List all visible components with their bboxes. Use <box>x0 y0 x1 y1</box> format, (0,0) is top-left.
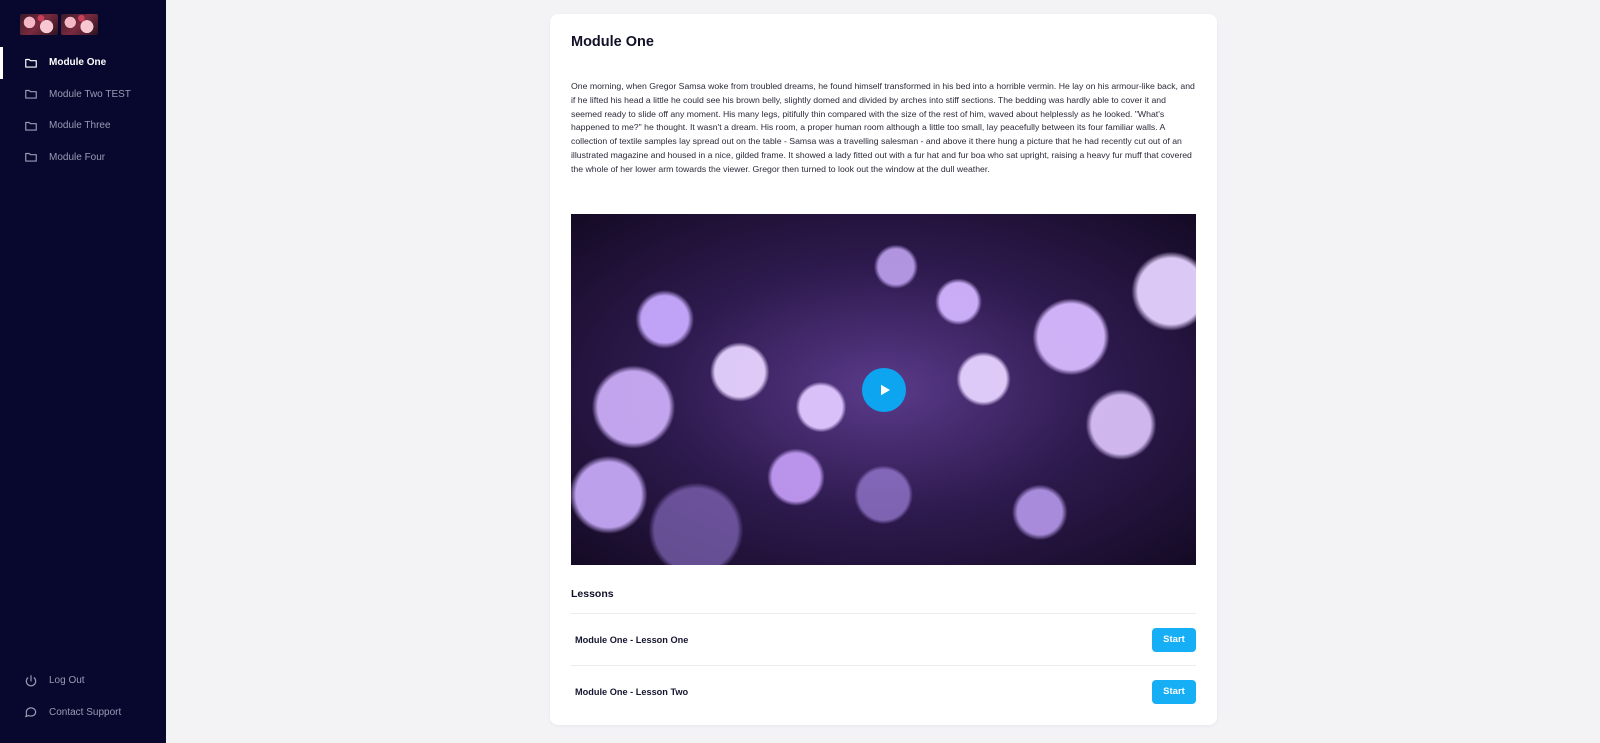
lesson-row: Module One - Lesson Two Start <box>571 665 1196 717</box>
folder-icon <box>24 87 38 101</box>
sidebar-item-label: Module Two TEST <box>49 88 131 100</box>
sidebar-item-module-one[interactable]: Module One <box>0 47 166 79</box>
logout-label: Log Out <box>49 675 85 687</box>
folder-icon <box>24 150 38 164</box>
sidebar-item-module-two-test[interactable]: Module Two TEST <box>0 79 166 111</box>
sidebar: Module One Module Two TEST Module Three … <box>0 0 166 743</box>
sidebar-item-label: Module Four <box>49 151 106 163</box>
contact-support-label: Contact Support <box>49 706 122 718</box>
start-lesson-button[interactable]: Start <box>1152 627 1196 652</box>
lessons-heading: Lessons <box>571 588 614 600</box>
logout-button[interactable]: Log Out <box>0 665 166 697</box>
sidebar-item-module-three[interactable]: Module Three <box>0 110 166 142</box>
logo-image-left <box>20 14 58 35</box>
page-title: Module One <box>571 34 654 50</box>
logo[interactable] <box>20 14 98 35</box>
lesson-name: Module One - Lesson One <box>575 634 689 645</box>
power-icon <box>24 674 38 688</box>
logo-image-right <box>60 14 98 35</box>
sidebar-item-module-four[interactable]: Module Four <box>0 142 166 174</box>
folder-icon <box>24 119 38 133</box>
lesson-row: Module One - Lesson One Start <box>571 613 1196 665</box>
sidebar-bottom-nav: Log Out Contact Support <box>0 665 166 728</box>
sidebar-item-label: Module One <box>49 57 107 69</box>
contact-support-button[interactable]: Contact Support <box>0 697 166 729</box>
video-player[interactable] <box>571 214 1196 565</box>
play-button[interactable] <box>862 368 906 412</box>
folder-icon <box>24 56 38 70</box>
play-icon <box>875 381 893 399</box>
lesson-name: Module One - Lesson Two <box>575 686 689 697</box>
chat-icon <box>24 705 38 719</box>
sidebar-item-label: Module Three <box>49 120 111 132</box>
sidebar-nav: Module One Module Two TEST Module Three … <box>0 47 166 173</box>
module-card: Module One One morning, when Gregor Sams… <box>550 14 1217 725</box>
start-lesson-button[interactable]: Start <box>1152 679 1196 704</box>
module-description: One morning, when Gregor Samsa woke from… <box>571 81 1195 174</box>
